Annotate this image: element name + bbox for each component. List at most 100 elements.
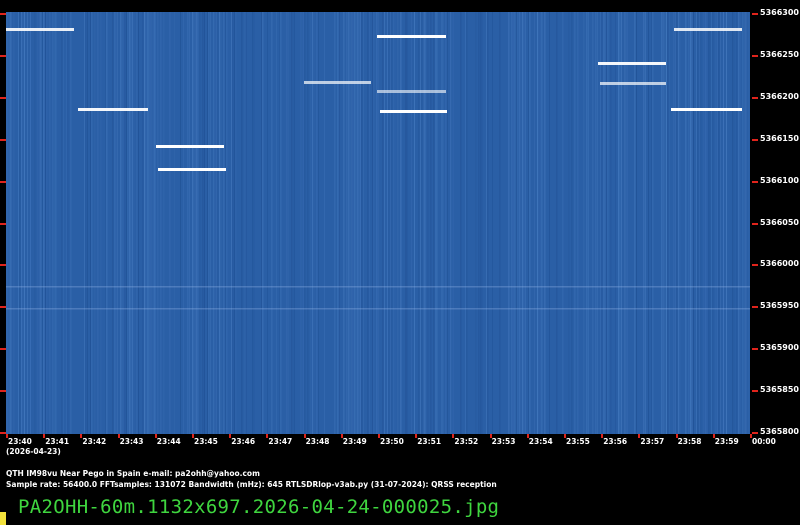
noise-streak bbox=[180, 12, 181, 434]
noise-streak bbox=[619, 12, 621, 434]
noise-streak bbox=[138, 12, 139, 434]
noise-streak bbox=[508, 12, 510, 434]
noise-streak bbox=[541, 12, 543, 434]
noise-streak bbox=[90, 12, 91, 434]
noise-streak bbox=[600, 12, 601, 434]
noise-streak bbox=[225, 12, 226, 434]
noise-streak bbox=[717, 12, 718, 434]
noise-streak bbox=[43, 12, 45, 434]
signal-trace bbox=[6, 28, 74, 31]
noise-streak bbox=[174, 12, 175, 434]
noise-streak bbox=[360, 12, 361, 434]
time-tick-label: 23:41 bbox=[45, 437, 70, 446]
noise-streak bbox=[726, 12, 727, 434]
noise-streak bbox=[199, 12, 201, 434]
noise-streak bbox=[232, 12, 234, 434]
noise-streak bbox=[124, 12, 126, 434]
noise-streak bbox=[288, 12, 289, 434]
date-label: (2026-04-23) bbox=[6, 447, 61, 456]
noise-streak bbox=[145, 12, 147, 434]
signal-trace bbox=[78, 108, 148, 111]
noise-streak bbox=[216, 12, 217, 434]
noise-streak bbox=[40, 12, 42, 434]
noise-streak bbox=[390, 12, 391, 434]
noise-streak bbox=[703, 12, 705, 434]
time-tick-label: 23:48 bbox=[305, 437, 330, 446]
noise-streak bbox=[414, 12, 415, 434]
noise-streak bbox=[252, 12, 253, 434]
time-tick-label: 23:52 bbox=[454, 437, 479, 446]
noise-streak bbox=[367, 12, 369, 434]
noise-streak bbox=[517, 12, 519, 434]
noise-streak bbox=[525, 12, 526, 434]
noise-streak bbox=[187, 12, 189, 434]
time-tick-label: 23:46 bbox=[231, 437, 256, 446]
frequency-tick bbox=[752, 96, 758, 99]
noise-streak bbox=[435, 12, 436, 434]
noise-streak bbox=[391, 12, 393, 434]
signal-trace bbox=[671, 108, 742, 111]
noise-streak bbox=[664, 12, 666, 434]
left-frequency-tick bbox=[0, 306, 6, 309]
noise-streak bbox=[307, 12, 309, 434]
noise-streak bbox=[337, 12, 339, 434]
signal-trace bbox=[304, 81, 371, 84]
frequency-tick-label: 5366100 bbox=[760, 175, 799, 185]
left-frequency-tick bbox=[0, 138, 6, 141]
time-tick-label: 23:54 bbox=[528, 437, 553, 446]
noise-streak bbox=[9, 12, 10, 434]
noise-streak bbox=[562, 12, 564, 434]
noise-streak bbox=[523, 12, 525, 434]
noise-streak bbox=[271, 12, 273, 434]
noise-streak bbox=[304, 12, 306, 434]
noise-streak bbox=[334, 12, 336, 434]
noise-streak bbox=[450, 12, 451, 434]
noise-streak bbox=[246, 12, 247, 434]
noise-streak bbox=[18, 12, 19, 434]
noise-streak bbox=[534, 12, 535, 434]
noise-streak bbox=[421, 12, 423, 434]
noise-streak bbox=[253, 12, 255, 434]
noise-streak bbox=[313, 12, 315, 434]
noise-streak bbox=[679, 12, 681, 434]
noise-streak bbox=[394, 12, 396, 434]
noise-streak bbox=[70, 12, 72, 434]
noise-streak bbox=[384, 12, 385, 434]
noise-streak bbox=[105, 12, 106, 434]
noise-streak bbox=[46, 12, 48, 434]
noise-streak bbox=[492, 12, 493, 434]
noise-streak bbox=[666, 12, 667, 434]
noise-streak bbox=[538, 12, 540, 434]
noise-streak bbox=[678, 12, 679, 434]
noise-streak bbox=[405, 12, 406, 434]
noise-streak bbox=[151, 12, 153, 434]
noise-streak bbox=[202, 12, 204, 434]
noise-streak bbox=[499, 12, 501, 434]
noise-streak bbox=[193, 12, 195, 434]
noise-streak bbox=[544, 12, 546, 434]
noise-streak bbox=[318, 12, 319, 434]
noise-streak bbox=[397, 12, 399, 434]
noise-streak bbox=[511, 12, 513, 434]
frequency-tick bbox=[752, 306, 758, 309]
noise-streak bbox=[13, 12, 15, 434]
noise-streak bbox=[400, 12, 402, 434]
frequency-tick bbox=[752, 348, 758, 351]
noise-streak bbox=[147, 12, 148, 434]
noise-streak bbox=[355, 12, 357, 434]
noise-streak bbox=[597, 12, 598, 434]
noise-streak bbox=[447, 12, 448, 434]
noise-streak bbox=[160, 12, 162, 434]
noise-streak bbox=[652, 12, 654, 434]
noise-streak bbox=[157, 12, 159, 434]
noise-streak bbox=[592, 12, 594, 434]
noise-streak bbox=[519, 12, 520, 434]
noise-streak bbox=[192, 12, 193, 434]
noise-streak bbox=[42, 12, 43, 434]
noise-streak bbox=[136, 12, 138, 434]
frequency-tick bbox=[752, 54, 758, 57]
noise-streak bbox=[21, 12, 22, 434]
time-tick-label: 23:51 bbox=[417, 437, 442, 446]
noise-streak bbox=[568, 12, 570, 434]
noise-streak bbox=[372, 12, 373, 434]
